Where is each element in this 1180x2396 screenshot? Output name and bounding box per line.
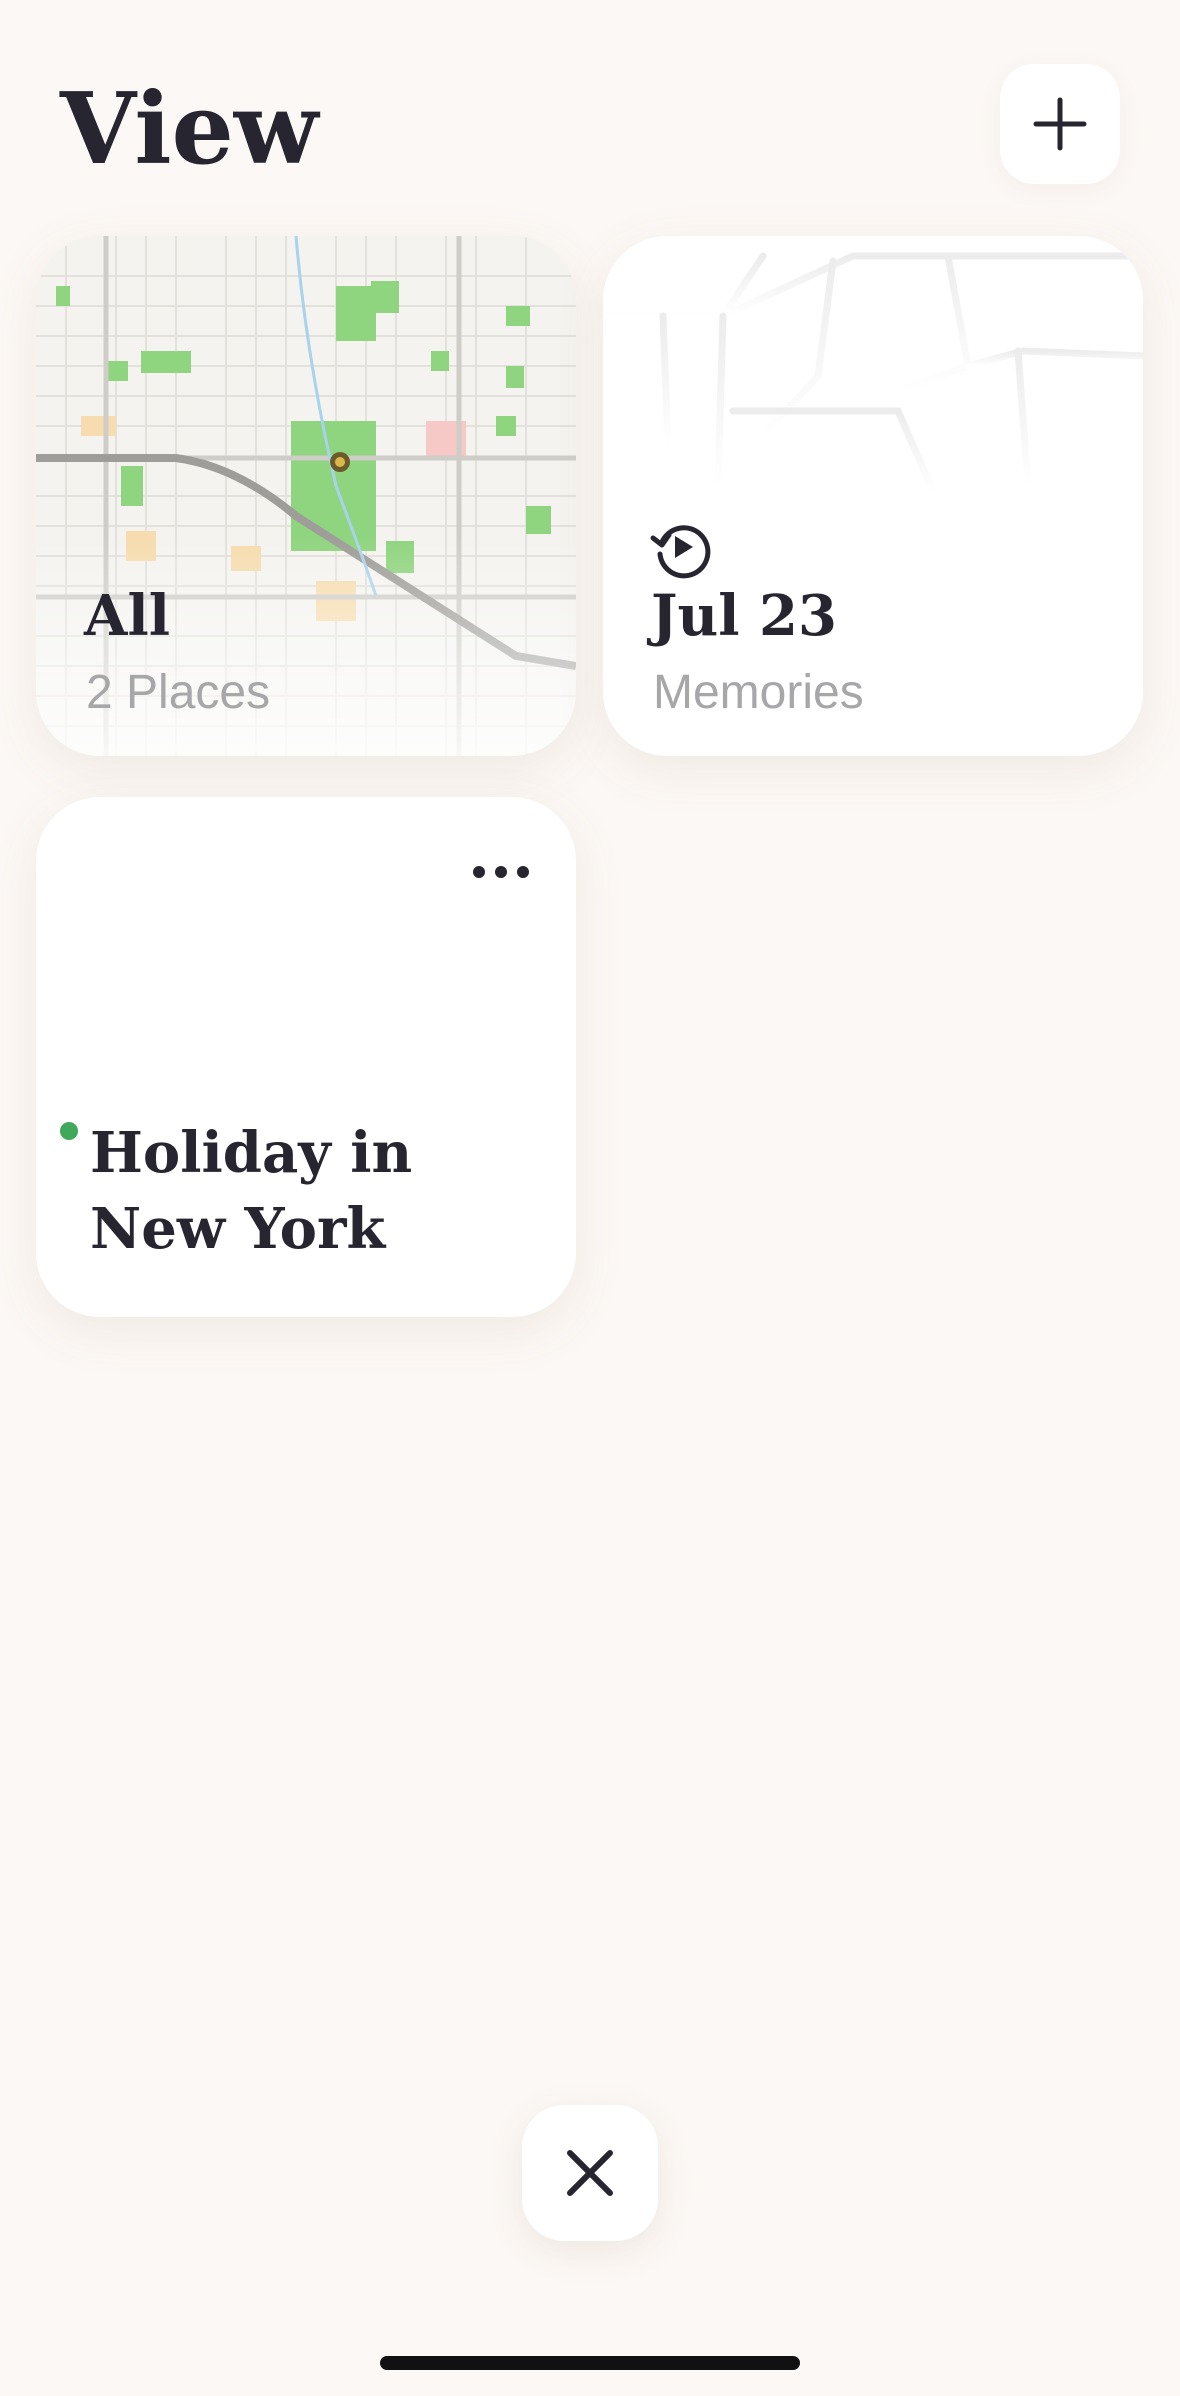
holiday-card[interactable]: Holiday in New York: [36, 797, 576, 1317]
more-dots-icon[interactable]: [456, 842, 546, 902]
dot: [517, 866, 529, 878]
add-button[interactable]: [1000, 64, 1120, 184]
replay-icon: [650, 525, 711, 579]
close-button[interactable]: [522, 2105, 658, 2241]
all-places-card[interactable]: All 2 Places: [36, 236, 576, 756]
view-screen: View All 2 Places Jul 23 Memories Holida…: [0, 0, 1180, 2396]
dot: [495, 866, 507, 878]
dot: [473, 866, 485, 878]
card-title: Jul 23: [651, 583, 837, 649]
memories-card[interactable]: Jul 23 Memories: [603, 236, 1143, 756]
home-indicator[interactable]: [380, 2356, 800, 2370]
card-title: Holiday in New York: [90, 1120, 413, 1262]
close-icon: [567, 2150, 613, 2196]
status-indicator: [60, 1122, 78, 1140]
plus-icon: [1033, 97, 1087, 151]
card-subtitle: Memories: [653, 666, 864, 719]
page-title: View: [60, 72, 319, 187]
card-subtitle: 2 Places: [86, 666, 271, 719]
card-title: All: [84, 583, 170, 649]
